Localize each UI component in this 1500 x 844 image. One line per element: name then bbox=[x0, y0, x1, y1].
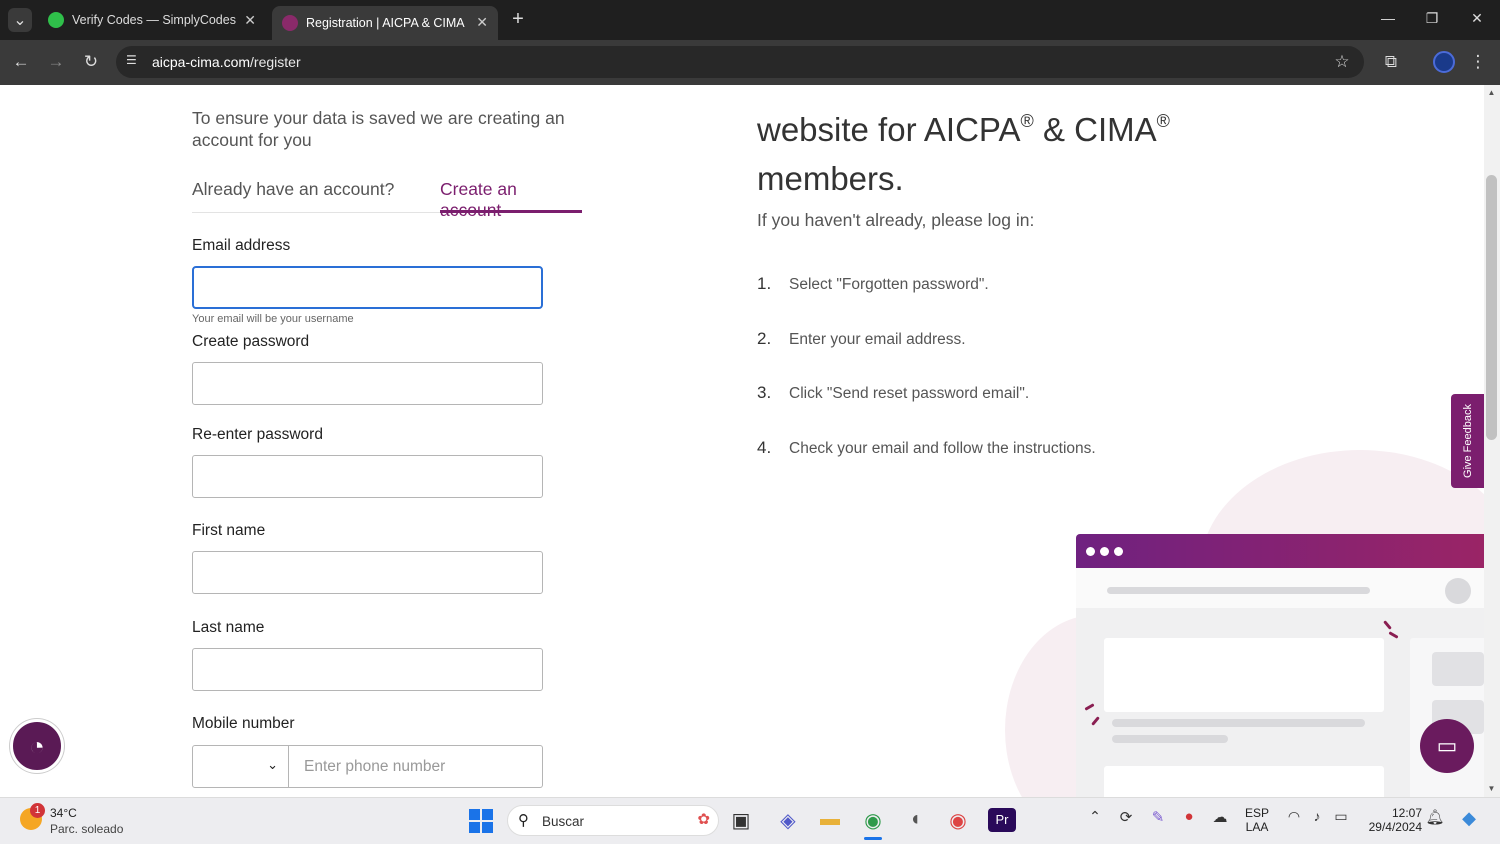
illustration-card bbox=[1104, 638, 1384, 712]
chrome-icon[interactable]: ◉ bbox=[859, 808, 887, 833]
first-name-label: First name bbox=[192, 522, 266, 539]
back-icon[interactable]: ← bbox=[10, 52, 32, 72]
country-code-select[interactable]: ⌄ bbox=[192, 745, 289, 788]
simplycodes-favicon-icon bbox=[48, 12, 64, 28]
tab-title: Registration | AICPA & CIMA bbox=[306, 16, 465, 30]
close-tab-icon[interactable]: ✕ bbox=[244, 12, 256, 29]
minimize-icon[interactable]: — bbox=[1378, 10, 1398, 26]
windows-start-icon[interactable] bbox=[469, 809, 493, 833]
task-view-icon[interactable]: ▣ bbox=[727, 808, 755, 833]
sync-icon[interactable]: ⟳ bbox=[1112, 808, 1140, 826]
forward-icon[interactable]: → bbox=[45, 52, 67, 72]
illustration-dot bbox=[1086, 547, 1095, 556]
last-name-label: Last name bbox=[192, 619, 265, 636]
cookie-settings-button[interactable]: ◔ bbox=[10, 719, 64, 773]
close-tab-icon[interactable]: ✕ bbox=[476, 14, 488, 31]
search-highlight-icon: ✿ bbox=[697, 811, 710, 828]
phone-input[interactable]: Enter phone number bbox=[289, 745, 543, 788]
menu-kebab-icon[interactable]: ⋮ bbox=[1467, 52, 1489, 72]
notification-bell-icon[interactable]: 🔔︎ bbox=[1421, 808, 1449, 826]
bookmark-star-icon[interactable]: ☆ bbox=[1331, 52, 1353, 72]
weather-description[interactable]: Parc. soleado bbox=[50, 822, 123, 836]
restore-icon[interactable]: ❐ bbox=[1422, 10, 1442, 27]
tab-search-icon[interactable]: ⌄ bbox=[8, 8, 32, 32]
scroll-thumb[interactable] bbox=[1486, 175, 1497, 440]
weather-badge: 1 bbox=[30, 803, 45, 818]
url-text[interactable]: aicpa-cima.com/register bbox=[152, 54, 301, 70]
taskbar-search-label: Buscar bbox=[542, 814, 585, 829]
illustration-line bbox=[1112, 719, 1365, 727]
step-item: 1. Select "Forgotten password". bbox=[757, 274, 989, 293]
weather-temperature[interactable]: 34°C bbox=[50, 806, 77, 820]
last-name-field[interactable] bbox=[192, 648, 543, 691]
step-item: 2. Enter your email address. bbox=[757, 329, 966, 348]
illustration-dot bbox=[1100, 547, 1109, 556]
chat-button[interactable]: ▭ bbox=[1420, 719, 1474, 773]
account-tabs: Already have an account? Create an accou… bbox=[192, 177, 582, 220]
active-app-indicator bbox=[864, 837, 882, 840]
reenter-password-field[interactable] bbox=[192, 455, 543, 498]
first-name-field[interactable] bbox=[192, 551, 543, 594]
file-explorer-icon[interactable]: ▬ bbox=[816, 808, 844, 831]
premiere-pro-icon[interactable]: Pr bbox=[988, 808, 1016, 832]
email-hint: Your email will be your username bbox=[192, 313, 354, 325]
mouse-app-icon[interactable]: ◖ bbox=[901, 808, 929, 831]
tab-title: Verify Codes — SimplyCodes bbox=[72, 13, 236, 27]
site-info-icon[interactable]: ☰ bbox=[126, 53, 142, 69]
profile-avatar[interactable] bbox=[1433, 51, 1455, 73]
new-tab-button[interactable]: + bbox=[508, 8, 528, 30]
email-field[interactable] bbox=[192, 266, 543, 309]
tab-create-account[interactable]: Create an account bbox=[440, 179, 582, 221]
mobile-label: Mobile number bbox=[192, 715, 295, 732]
step-item: 3. Click "Send reset password email". bbox=[757, 383, 1030, 402]
chat-bubble-icon: ▭ bbox=[1436, 733, 1458, 758]
aicpa-favicon-icon bbox=[282, 15, 298, 31]
window-close-icon[interactable]: ✕ bbox=[1467, 10, 1487, 27]
reenter-password-label: Re-enter password bbox=[192, 426, 323, 443]
illustration-dot bbox=[1114, 547, 1123, 556]
scroll-down-icon[interactable]: ▼ bbox=[1486, 784, 1497, 793]
password-label: Create password bbox=[192, 333, 310, 350]
copilot-icon[interactable]: ◆ bbox=[1455, 808, 1483, 829]
chevron-up-icon[interactable]: ⌃ bbox=[1081, 808, 1109, 825]
clock[interactable]: 12:07 29/4/2024 bbox=[1360, 806, 1422, 834]
chevron-down-icon: ⌄ bbox=[267, 757, 278, 772]
intro-text: To ensure your data is saved we are crea… bbox=[192, 108, 565, 150]
search-icon: ⚲ bbox=[518, 812, 529, 829]
battery-icon[interactable]: ▭ bbox=[1327, 808, 1355, 825]
illustration-circle bbox=[1445, 578, 1471, 604]
give-feedback-button[interactable]: Give Feedback bbox=[1451, 394, 1484, 488]
scroll-up-icon[interactable]: ▲ bbox=[1486, 88, 1497, 97]
pen-icon[interactable]: ✎ bbox=[1144, 808, 1172, 826]
login-instructions-intro: If you haven't already, please log in: bbox=[757, 210, 1035, 230]
illustration-line bbox=[1107, 587, 1370, 594]
step-item: 4. Check your email and follow the instru… bbox=[757, 438, 1096, 457]
teams-icon[interactable]: ◈ bbox=[774, 808, 802, 833]
taskbar-search[interactable]: ⚲ Buscar ✿ bbox=[507, 805, 719, 836]
chrome-profile-icon[interactable]: ◉ bbox=[944, 808, 972, 833]
cloud-off-icon[interactable]: ☁ bbox=[1206, 808, 1234, 826]
cookie-icon: ◔ bbox=[29, 730, 45, 761]
browser-illustration bbox=[1076, 534, 1484, 804]
tab-verify-codes[interactable]: Verify Codes — SimplyCodes ✕ bbox=[38, 6, 266, 34]
mcafee-icon[interactable]: ● bbox=[1175, 808, 1203, 825]
illustration-side-block bbox=[1432, 652, 1484, 686]
reload-icon[interactable]: ↻ bbox=[80, 52, 102, 72]
active-tab-underline bbox=[440, 210, 582, 213]
address-bar[interactable] bbox=[116, 46, 1364, 78]
email-label: Email address bbox=[192, 237, 291, 254]
illustration-titlebar bbox=[1076, 534, 1484, 568]
extensions-icon[interactable]: ⧉ bbox=[1380, 52, 1402, 72]
illustration-line bbox=[1112, 735, 1228, 743]
language-indicator[interactable]: ESP LAA bbox=[1240, 806, 1274, 834]
tab-already-have-account[interactable]: Already have an account? bbox=[192, 179, 394, 200]
page-heading: website for AICPA® & CIMA® members. bbox=[757, 111, 1170, 197]
tab-registration[interactable]: Registration | AICPA & CIMA ✕ bbox=[272, 6, 498, 40]
password-field[interactable] bbox=[192, 362, 543, 405]
